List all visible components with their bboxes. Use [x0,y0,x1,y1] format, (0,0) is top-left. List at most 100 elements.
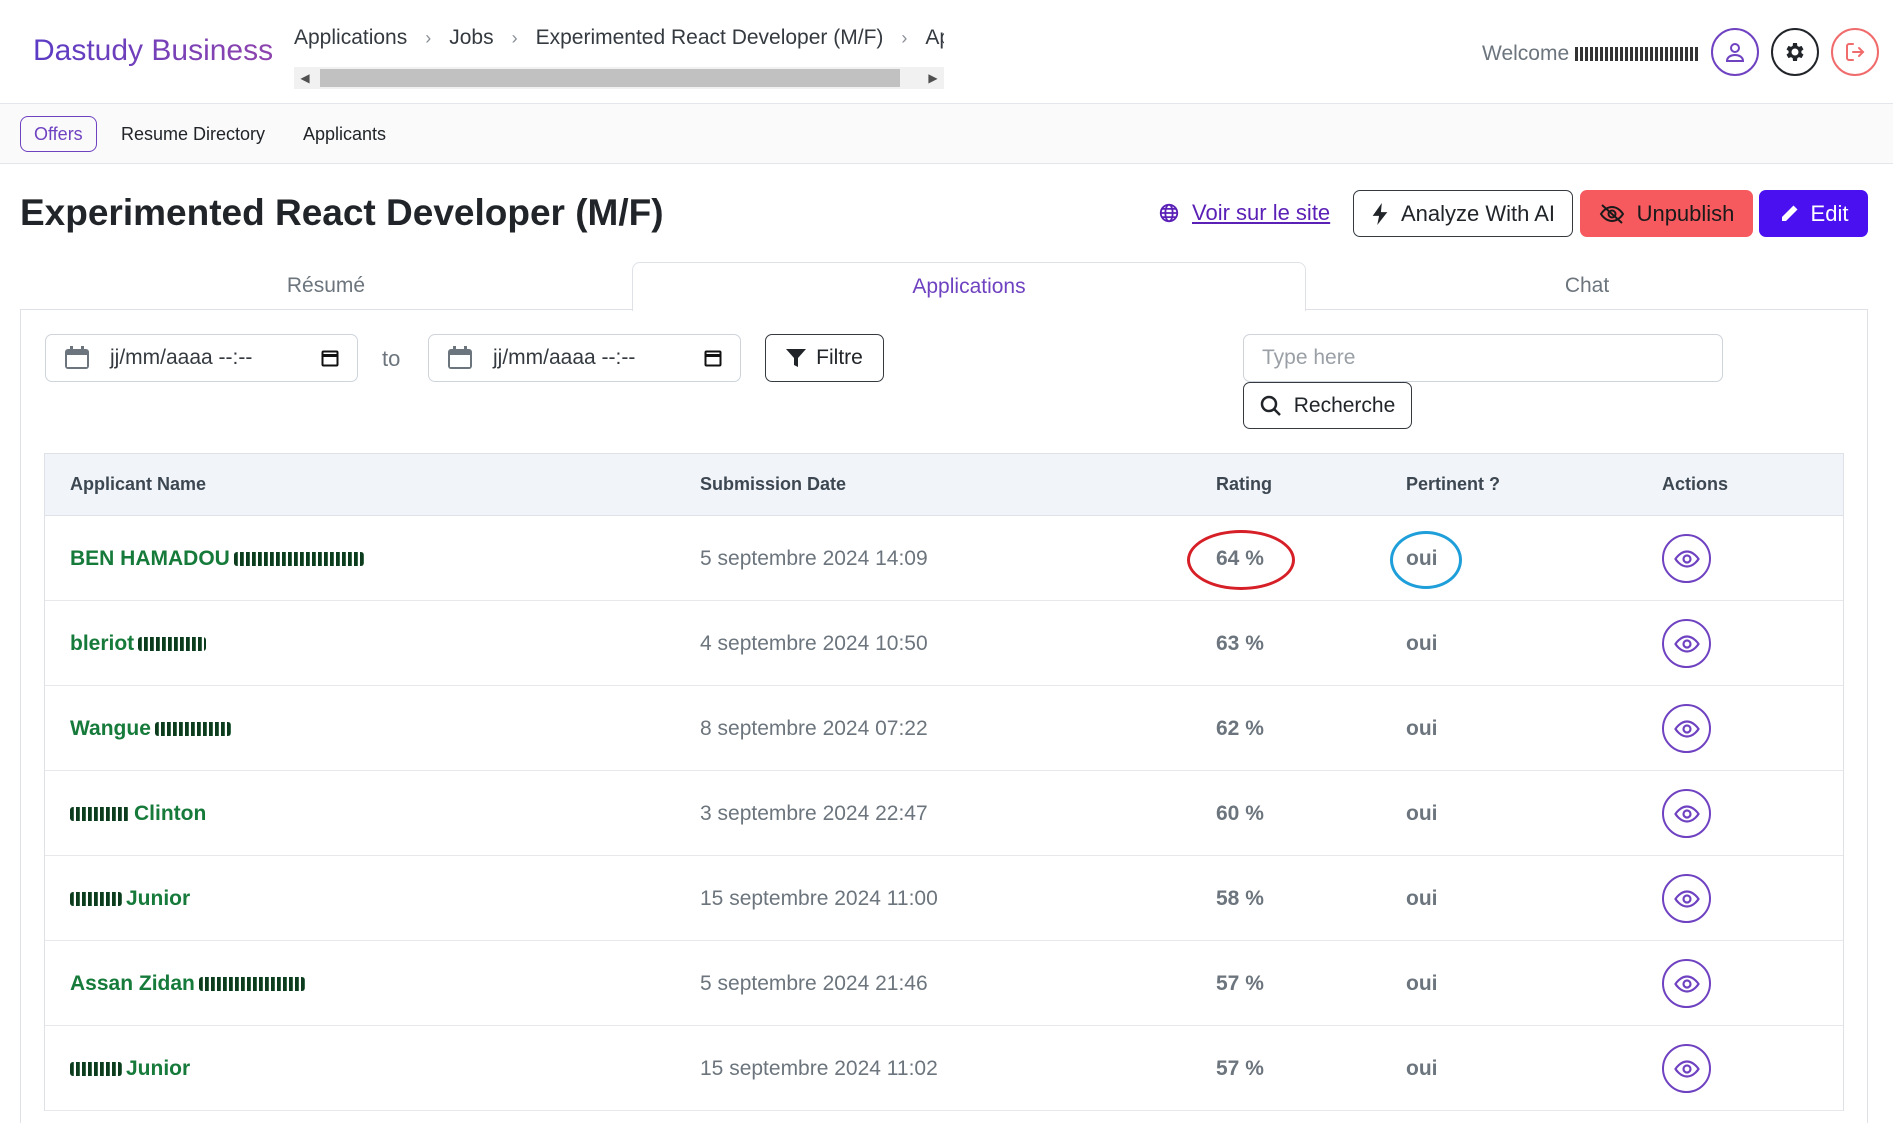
rating-value: 57 % [1216,971,1264,995]
search-button[interactable]: Recherche [1243,382,1412,429]
filter-button[interactable]: Filtre [765,334,884,382]
rating-value: 58 % [1216,886,1264,910]
unpublish-button[interactable]: Unpublish [1580,190,1753,237]
view-applicant-button[interactable] [1662,619,1711,668]
applicant-name[interactable]: bleriot [70,601,210,686]
annotation-circle-pertinent [1390,531,1462,589]
applicant-name[interactable]: Wangue [70,686,235,771]
annotation-circle-rating [1187,530,1295,590]
pertinent-value: oui [1406,716,1438,740]
breadcrumb: Applications › Jobs › Experimented React… [294,26,944,50]
date-to-input[interactable]: jj/mm/aaaa --:-- [428,334,741,382]
pertinent-value: oui [1406,1056,1438,1080]
tab-chat[interactable]: Chat [1306,262,1868,310]
redacted-firstname [70,806,130,821]
logout-button[interactable] [1831,28,1879,76]
applicant-name[interactable]: Assan Zidan [70,941,309,1026]
table-row[interactable]: Junior 15 septembre 2024 11:02 57 % oui [45,1026,1843,1111]
rating-value: 57 % [1216,1056,1264,1080]
sub-navigation: Offers Resume Directory Applicants [0,104,1893,164]
table-row[interactable]: bleriot 4 septembre 2024 10:50 63 % oui [45,601,1843,686]
redacted-username [1575,47,1701,62]
edit-button[interactable]: Edit [1759,190,1868,237]
eye-icon [1673,719,1700,738]
view-applicant-button[interactable] [1662,959,1711,1008]
eye-icon [1673,1059,1700,1078]
table-row[interactable]: Clinton 3 septembre 2024 22:47 60 % oui [45,771,1843,856]
breadcrumb-job[interactable]: Experimented React Developer (M/F) [536,26,884,50]
calendar-picker-icon[interactable] [704,349,722,367]
date-range-separator: to [382,346,401,371]
view-on-site-link[interactable]: Voir sur le site [1158,200,1330,226]
redacted-surname [138,636,207,651]
row-actions [1662,516,1711,601]
nav-applicants[interactable]: Applicants [290,116,399,152]
nav-offers[interactable]: Offers [20,116,97,152]
nav-resume-directory[interactable]: Resume Directory [108,116,278,152]
table-row[interactable]: Wangue 8 septembre 2024 07:22 62 % oui [45,686,1843,771]
rating-value: 60 % [1216,801,1264,825]
header-actions: Actions [1662,474,1729,494]
table-row[interactable]: Junior 15 septembre 2024 11:00 58 % oui [45,856,1843,941]
redacted-firstname [70,1061,122,1076]
date-from-input[interactable]: jj/mm/aaaa --:-- [45,334,358,382]
rating-value: 63 % [1216,631,1264,655]
table-row[interactable]: BEN HAMADOU 5 septembre 2024 14:09 64 % … [45,516,1843,601]
scroll-left-icon[interactable]: ◀ [294,67,316,89]
gear-icon [1786,43,1804,61]
header-pertinent[interactable]: Pertinent ? [1406,474,1500,495]
submission-date: 5 septembre 2024 14:09 [700,546,928,570]
applicant-name[interactable]: BEN HAMADOU [70,516,368,601]
header-submission-date[interactable]: Submission Date [700,474,846,495]
view-applicant-button[interactable] [1662,534,1711,583]
submission-date: 4 septembre 2024 10:50 [700,631,928,655]
table-header: Applicant Name Submission Date Rating Pe… [45,454,1843,516]
scroll-right-icon[interactable]: ▶ [922,67,944,89]
pertinent-value: oui [1406,971,1438,995]
row-actions [1662,686,1711,771]
settings-button[interactable] [1771,28,1819,76]
breadcrumb-applications[interactable]: Applications [294,26,407,50]
pertinent-value: oui [1406,801,1438,825]
row-actions [1662,856,1711,941]
table-row[interactable]: Assan Zidan 5 septembre 2024 21:46 57 % … [45,941,1843,1026]
breadcrumb-scrollbar[interactable]: ◀ ▶ [294,67,944,89]
globe-icon [1159,203,1179,223]
calendar-picker-icon[interactable] [321,349,339,367]
page-title: Experimented React Developer (M/F) [20,192,664,233]
view-applicant-button[interactable] [1662,1044,1711,1093]
pertinent-value: oui [1406,886,1438,910]
search-input[interactable] [1243,334,1723,382]
chevron-right-icon: › [425,27,432,48]
brand-logo[interactable]: Dastudy Business [33,34,273,68]
breadcrumb-app[interactable]: App [925,26,944,50]
profile-button[interactable] [1711,28,1759,76]
tab-resume[interactable]: Résumé [20,262,632,310]
applicant-name[interactable]: Clinton [70,771,206,856]
submission-date: 5 septembre 2024 21:46 [700,971,928,995]
header-applicant-name[interactable]: Applicant Name [70,474,206,495]
row-actions [1662,941,1711,1026]
view-applicant-button[interactable] [1662,789,1711,838]
submission-date: 15 septembre 2024 11:02 [700,1056,938,1080]
view-applicant-button[interactable] [1662,874,1711,923]
scrollbar-thumb[interactable] [320,69,900,87]
eye-slash-icon [1599,203,1624,224]
applicant-name[interactable]: Junior [70,856,190,941]
search-icon [1260,395,1281,416]
tab-applications[interactable]: Applications [632,262,1306,311]
chevron-right-icon: › [901,27,908,48]
lightning-icon [1372,202,1388,225]
analyze-ai-button[interactable]: Analyze With AI [1353,190,1573,237]
funnel-icon [786,349,807,367]
view-applicant-button[interactable] [1662,704,1711,753]
row-actions [1662,601,1711,686]
applicant-name[interactable]: Junior [70,1026,190,1111]
applicants-table: Applicant Name Submission Date Rating Pe… [44,453,1844,1111]
redacted-surname [154,721,231,736]
breadcrumb-jobs[interactable]: Jobs [449,26,493,50]
eye-icon [1673,634,1700,653]
header-rating[interactable]: Rating [1216,474,1272,495]
calendar-icon [65,346,89,369]
eye-icon [1673,549,1700,568]
